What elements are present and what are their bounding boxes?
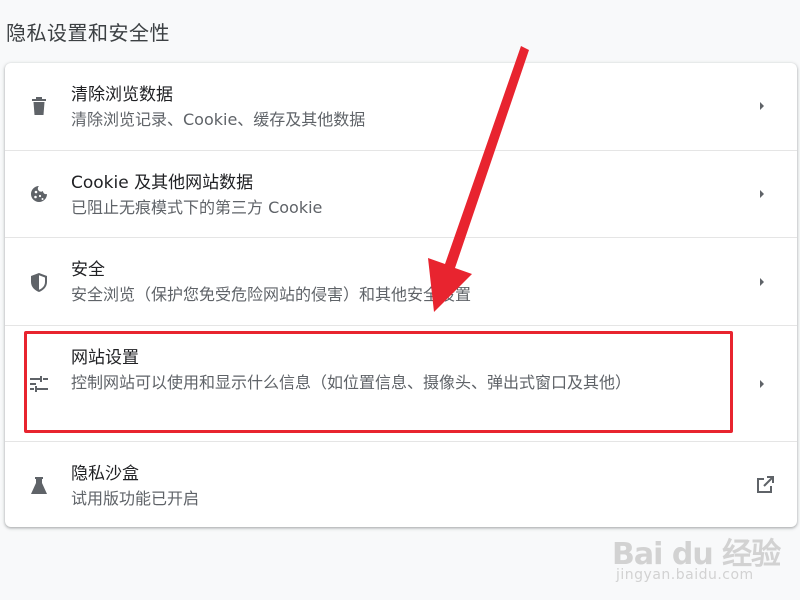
row-subtitle: 控制网站可以使用和显示什么信息（如位置信息、摄像头、弹出式窗口及其他） xyxy=(71,373,632,392)
chevron-right-icon xyxy=(760,102,764,110)
shield-icon xyxy=(29,272,49,292)
privacy-security-card: 清除浏览数据 清除浏览记录、Cookie、缓存及其他数据 Cookie 及其他网… xyxy=(5,63,797,527)
row-subtitle: 安全浏览（保护您免受危险网站的侵害）和其他安全设置 xyxy=(71,285,472,304)
row-subtitle: 清除浏览记录、Cookie、缓存及其他数据 xyxy=(71,110,366,129)
settings-page: 隐私设置和安全性 清除浏览数据 清除浏览记录、Cookie、缓存及其他数据 Co… xyxy=(0,0,800,600)
watermark-brand: Bai du 经验 xyxy=(612,537,781,572)
external-link-icon xyxy=(757,476,774,493)
chevron-right-icon xyxy=(760,190,764,198)
privacy-sandbox-row[interactable]: 隐私沙盒 试用版功能已开启 xyxy=(5,441,797,527)
tune-icon xyxy=(29,374,49,394)
row-title: 隐私沙盒 xyxy=(71,464,139,484)
chevron-right-icon xyxy=(760,278,764,286)
flask-icon xyxy=(29,476,49,496)
chevron-right-icon xyxy=(760,380,764,388)
row-subtitle: 试用版功能已开启 xyxy=(71,489,200,508)
section-title: 隐私设置和安全性 xyxy=(6,21,170,45)
cookie-icon xyxy=(29,184,49,204)
watermark-site: jingyan.baidu.com xyxy=(616,567,754,583)
site-settings-row[interactable]: 网站设置 控制网站可以使用和显示什么信息（如位置信息、摄像头、弹出式窗口及其他） xyxy=(5,325,797,441)
row-title: 清除浏览数据 xyxy=(71,85,173,105)
cookies-row[interactable]: Cookie 及其他网站数据 已阻止无痕模式下的第三方 Cookie xyxy=(5,150,797,237)
row-title: 安全 xyxy=(71,260,105,280)
trash-icon xyxy=(29,96,49,116)
security-row[interactable]: 安全 安全浏览（保护您免受危险网站的侵害）和其他安全设置 xyxy=(5,237,797,325)
row-title: Cookie 及其他网站数据 xyxy=(71,173,254,193)
row-title: 网站设置 xyxy=(71,348,139,368)
clear-browsing-data-row[interactable]: 清除浏览数据 清除浏览记录、Cookie、缓存及其他数据 xyxy=(5,63,797,150)
row-subtitle: 已阻止无痕模式下的第三方 Cookie xyxy=(71,198,323,217)
